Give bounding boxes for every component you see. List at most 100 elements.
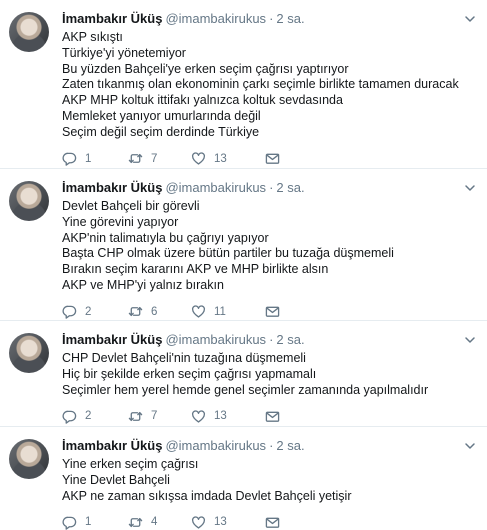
tweet-line: AKP sıkıştı — [62, 30, 123, 44]
reply-count: 2 — [85, 410, 92, 423]
tweet-feed: İmambakır Üküş @imambakirukus · 2 sa. AKP s… — [0, 0, 487, 530]
user-name[interactable]: İmambakır Üküş — [62, 180, 162, 195]
like-count: 13 — [214, 516, 227, 529]
user-name[interactable]: İmambakır Üküş — [62, 332, 162, 347]
tweet-time[interactable]: 2 sa. — [276, 11, 304, 26]
tweet-header: İmambakır Üküş @imambakirukus · 2 sa. — [62, 437, 475, 454]
tweet-line: AKP MHP koltuk ittifakı yalnızca koltuk … — [62, 93, 343, 108]
like-button[interactable]: 11 — [191, 304, 265, 319]
user-handle[interactable]: @imambakirukus — [165, 180, 266, 195]
reply-button[interactable]: 1 — [62, 515, 128, 530]
heart-icon — [192, 152, 205, 165]
tweet-text: AKP sıkıştı Türkiye'yi yönetemiyor Bu yü… — [62, 30, 475, 141]
separator-dot: · — [269, 11, 274, 26]
chevron-down-icon[interactable] — [464, 440, 476, 452]
avatar[interactable] — [9, 12, 49, 52]
avatar[interactable] — [9, 181, 49, 221]
retweet-count: 7 — [151, 410, 158, 423]
envelope-icon — [265, 411, 280, 422]
retweet-button[interactable]: 7 — [128, 151, 191, 166]
tweet-line: Seçim değil seçim derdinde Türkiye — [62, 124, 260, 139]
envelope-icon — [265, 517, 280, 528]
retweet-icon — [128, 411, 143, 421]
reply-icon — [62, 410, 77, 424]
retweet-count: 7 — [151, 152, 158, 165]
reply-icon — [62, 152, 77, 166]
reply-button[interactable]: 1 — [62, 151, 128, 166]
tweet-time[interactable]: 2 sa. — [276, 180, 304, 195]
envelope-icon — [265, 153, 280, 164]
tweet[interactable]: İmambakır Üküş @imambakirukus · 2 sa. Devle… — [0, 169, 487, 321]
user-handle[interactable]: @imambakirukus — [165, 438, 266, 453]
separator-dot: · — [269, 332, 274, 347]
avatar[interactable] — [9, 439, 49, 479]
tweet-line: Hiç bir şekilde erken seçim çağrısı yapm… — [62, 366, 317, 381]
tweet-header: İmambakır Üküş @imambakirukus · 2 sa. — [62, 10, 475, 27]
direct-message-button[interactable] — [265, 151, 285, 166]
tweet-line: CHP Devlet Bahçeli'nin tuzağına düşmemel… — [62, 351, 306, 365]
like-count: 13 — [214, 410, 227, 423]
tweet-line: Bırakın seçim kararını AKP ve MHP birlik… — [62, 262, 329, 277]
envelope-icon — [265, 306, 280, 318]
chevron-down-icon[interactable] — [464, 182, 476, 194]
tweet-text: Yine erken seçim çağrısı Yine Devlet Bah… — [62, 457, 475, 504]
tweet-text: CHP Devlet Bahçeli'nin tuzağına düşmemel… — [62, 351, 475, 398]
like-button[interactable]: 13 — [191, 409, 265, 424]
tweet-text: Devlet Bahçeli bir görevli Yine görevini… — [62, 199, 475, 294]
tweet-line: Türkiye'yi yönetemiyor — [62, 45, 186, 60]
retweet-button[interactable]: 4 — [128, 515, 191, 530]
user-name[interactable]: İmambakır Üküş — [62, 438, 162, 453]
tweet-line: Bu yüzden Bahçeli'ye erken seçim çağrısı… — [62, 61, 349, 76]
avatar[interactable] — [9, 333, 49, 373]
retweet-count: 4 — [151, 516, 158, 529]
retweet-icon — [128, 307, 143, 317]
direct-message-button[interactable] — [265, 515, 285, 530]
user-handle[interactable]: @imambakirukus — [165, 11, 266, 26]
tweet-line: AKP ne zaman sıkışsa imdada Devlet Bahçe… — [62, 488, 352, 503]
like-button[interactable]: 13 — [191, 515, 265, 530]
tweet[interactable]: İmambakır Üküş @imambakirukus · 2 sa. AKP s… — [0, 0, 487, 169]
tweet-line: AKP'nin talimatıyla bu çağrıyı yapıyor — [62, 230, 269, 245]
tweet-line: Başta CHP olmak üzere bütün partiler bu … — [62, 246, 394, 261]
reply-icon — [62, 516, 77, 530]
like-count: 13 — [214, 152, 227, 165]
reply-icon — [62, 305, 77, 319]
separator-dot: · — [269, 180, 274, 195]
tweet[interactable]: İmambakır Üküş @imambakirukus · 2 sa. Yine … — [0, 427, 487, 530]
tweet-line: Memleket yanıyor umurlarında değil — [62, 108, 261, 123]
retweet-count: 6 — [151, 305, 158, 318]
tweet-time[interactable]: 2 sa. — [276, 332, 304, 347]
heart-icon — [192, 516, 205, 529]
tweet-line: Devlet Bahçeli bir görevli — [62, 199, 200, 213]
retweet-icon — [128, 517, 143, 527]
reply-count: 1 — [85, 516, 92, 529]
direct-message-button[interactable] — [265, 304, 285, 319]
heart-icon — [192, 410, 205, 423]
user-handle[interactable]: @imambakirukus — [165, 332, 266, 347]
reply-count: 1 — [85, 152, 92, 165]
user-name[interactable]: İmambakır Üküş — [62, 11, 162, 26]
reply-button[interactable]: 2 — [62, 409, 128, 424]
tweet-line: Seçimler hem yerel hemde genel seçimler … — [62, 382, 429, 397]
tweet-time[interactable]: 2 sa. — [276, 438, 304, 453]
tweet-line: AKP ve MHP'yi yalnız bırakın — [62, 277, 224, 292]
tweet-actions: 1 4 13 — [62, 507, 475, 530]
tweet-line: Yine erken seçim çağrısı — [62, 457, 199, 471]
chevron-down-icon[interactable] — [464, 334, 476, 346]
retweet-button[interactable]: 6 — [128, 304, 191, 319]
like-button[interactable]: 13 — [191, 151, 265, 166]
tweet[interactable]: İmambakır Üküş @imambakirukus · 2 sa. CHP D… — [0, 321, 487, 427]
chevron-down-icon[interactable] — [464, 13, 476, 25]
reply-button[interactable]: 2 — [62, 304, 128, 319]
tweet-line: Zaten tıkanmış olan ekonominin çarkı seç… — [62, 77, 459, 92]
tweet-header: İmambakır Üküş @imambakirukus · 2 sa. — [62, 179, 475, 196]
tweet-header: İmambakır Üküş @imambakirukus · 2 sa. — [62, 331, 475, 348]
tweet-line: Yine Devlet Bahçeli — [62, 472, 170, 487]
tweet-line: Yine görevini yapıyor — [62, 214, 179, 229]
direct-message-button[interactable] — [265, 409, 285, 424]
reply-count: 2 — [85, 305, 92, 318]
retweet-button[interactable]: 7 — [128, 409, 191, 424]
retweet-icon — [128, 153, 143, 164]
separator-dot: · — [269, 438, 274, 453]
heart-icon — [192, 305, 205, 318]
